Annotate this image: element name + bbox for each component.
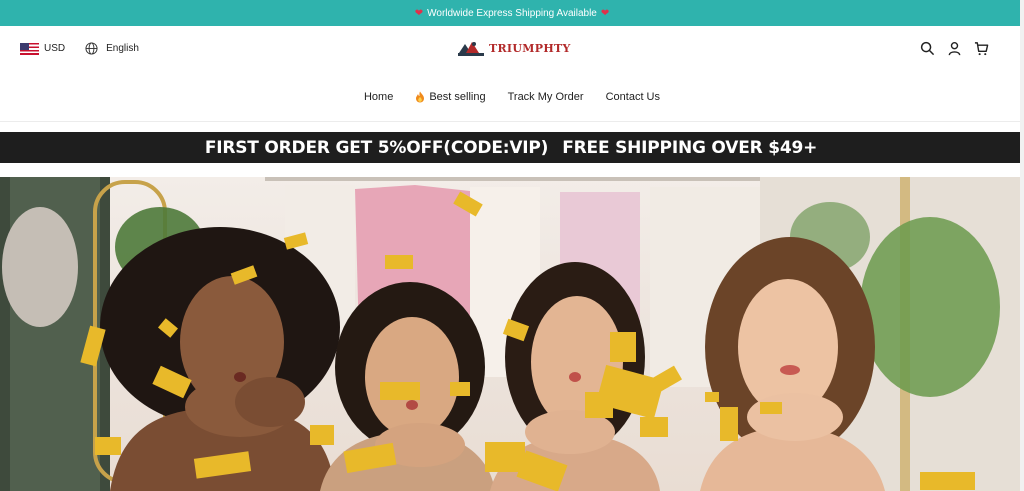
nav-best-selling-label: Best selling [429, 91, 486, 103]
nav-best-selling[interactable]: Best selling [415, 84, 486, 110]
search-icon[interactable] [920, 41, 935, 56]
hero-person-2-face [365, 317, 459, 437]
hero-image [0, 177, 1020, 491]
promo-first-order: FIRST ORDER GET 5%OFF(CODE:VIP) [204, 137, 549, 158]
hero-plant-right [860, 217, 1000, 397]
globe-icon [85, 42, 98, 55]
logo-text: TRIUMPHTY [489, 41, 571, 55]
header-divider [0, 121, 1024, 122]
locale-selector[interactable]: USD English [20, 42, 139, 55]
hero-banner[interactable] [0, 177, 1020, 491]
cart-icon[interactable] [974, 41, 989, 56]
announcement-bar: ❤ Worldwide Express Shipping Available ❤ [0, 0, 1024, 26]
nav-track-order[interactable]: Track My Order [508, 84, 584, 110]
page-scrollbar[interactable] [1020, 0, 1024, 491]
language-selector[interactable]: English [106, 43, 139, 54]
nav-track-order-label: Track My Order [507, 91, 584, 103]
site-logo[interactable]: TRIUMPHTY [455, 38, 571, 58]
promo-free-shipping: FREE SHIPPING OVER $49+ [562, 137, 818, 158]
nav-home[interactable]: Home [364, 84, 393, 110]
site-header: USD English TRIUMPHTY [0, 26, 1024, 74]
hero-mirror [2, 207, 78, 327]
fire-icon [416, 91, 425, 103]
us-flag-icon [20, 42, 39, 55]
announcement-text: Worldwide Express Shipping Available [427, 7, 597, 19]
user-icon[interactable] [947, 41, 962, 56]
currency-selector[interactable]: USD [44, 43, 65, 54]
header-actions [920, 41, 989, 56]
logo-icon [458, 42, 484, 56]
main-nav: Home Best selling Track My Order Contact… [0, 84, 1024, 110]
promo-banner: FIRST ORDER GET 5%OFF(CODE:VIP) FREE SHI… [0, 132, 1022, 163]
hero-clothing-rack [265, 177, 765, 181]
heart-icon: ❤ [414, 7, 424, 19]
heart-icon: ❤ [600, 7, 610, 19]
nav-contact[interactable]: Contact Us [606, 84, 660, 110]
nav-home-label: Home [363, 91, 394, 103]
nav-contact-label: Contact Us [605, 91, 661, 103]
